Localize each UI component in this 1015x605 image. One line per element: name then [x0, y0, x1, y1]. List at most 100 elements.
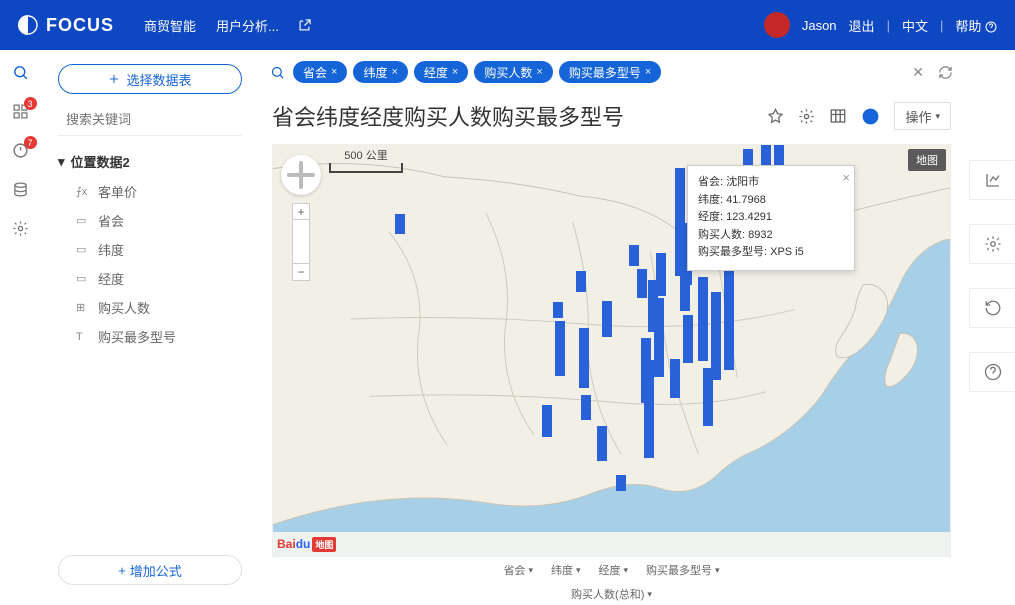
sidebar-search[interactable] — [58, 108, 242, 136]
field-type-icon: ⊞ — [76, 301, 90, 314]
main-area: 省会× 纬度× 经度 × 购买人数 × 购买最多型号 × ✕ 省会纬度经度购买人数购买最多型号… — [260, 50, 963, 605]
field-item[interactable]: ⨍x客单价 — [40, 177, 260, 206]
chart-view-icon[interactable] — [861, 107, 880, 126]
query-chip[interactable]: 省会× — [293, 61, 347, 83]
map-bar[interactable] — [542, 405, 552, 437]
refresh-icon[interactable] — [938, 65, 953, 80]
dimension-pill[interactable]: 纬度 ▾ — [551, 562, 581, 578]
username[interactable]: Jason — [802, 18, 837, 33]
map-bar[interactable] — [703, 368, 713, 425]
map-zoom-controls: + − — [281, 155, 321, 281]
chip-label: 购买最多型号 — [569, 64, 641, 81]
nav-item-user-analysis[interactable]: 用户分析... — [216, 16, 279, 35]
map-bar[interactable] — [629, 245, 639, 267]
rail-pinboards-icon[interactable]: 3 — [12, 103, 29, 120]
map-bar[interactable] — [698, 277, 708, 361]
zoom-in-button[interactable]: + — [293, 204, 309, 220]
field-item[interactable]: T购买最多型号 — [40, 322, 260, 351]
map-bar[interactable] — [395, 214, 405, 233]
logout-link[interactable]: 退出 — [849, 16, 875, 35]
axis-config-icon[interactable] — [969, 160, 1015, 200]
field-type-icon: ▭ — [76, 214, 90, 227]
dimension-pill[interactable]: 经度 ▾ — [599, 562, 629, 578]
tooltip-close-icon[interactable]: × — [842, 168, 850, 189]
zoom-track[interactable] — [293, 220, 309, 264]
chip-remove-icon[interactable]: × — [331, 66, 337, 78]
tooltip-row: 购买人数: 8932 — [698, 227, 844, 245]
zoom-slider[interactable]: + − — [292, 203, 310, 281]
logo-icon — [18, 15, 38, 35]
map-bar[interactable] — [553, 302, 563, 318]
measure-row: 购买人数(总和) ▾ — [260, 583, 963, 605]
pinboards-badge: 3 — [24, 97, 37, 110]
chip-remove-icon[interactable]: × — [536, 66, 542, 78]
rail-data-icon[interactable] — [12, 181, 29, 198]
external-link-icon[interactable] — [297, 18, 312, 33]
map-bar[interactable] — [576, 271, 586, 291]
field-type-icon: ⨍x — [76, 185, 90, 198]
sidebar-search-input[interactable] — [66, 112, 242, 127]
add-formula-button[interactable]: + 增加公式 — [58, 555, 242, 585]
pin-icon[interactable] — [767, 108, 784, 125]
map-bar[interactable] — [597, 426, 607, 461]
chart-settings-gear-icon[interactable] — [969, 224, 1015, 264]
help-link[interactable]: 帮助 — [955, 16, 997, 35]
clear-query-icon[interactable]: ✕ — [912, 64, 924, 81]
dimension-pill[interactable]: 购买最多型号 ▾ — [646, 562, 720, 578]
map-bar[interactable] — [579, 328, 589, 388]
chip-label: 购买人数 — [484, 64, 532, 81]
map-bar[interactable] — [724, 260, 734, 370]
rail-search-icon[interactable] — [12, 64, 29, 81]
choose-table-button[interactable]: 选择数据表 — [58, 64, 242, 94]
chip-label: 经度 — [424, 64, 448, 81]
field-item[interactable]: ▭省会 — [40, 206, 260, 235]
map-bar[interactable] — [555, 321, 565, 376]
help-icon[interactable] — [969, 352, 1015, 392]
chip-remove-icon[interactable]: × — [391, 66, 397, 78]
lang-switch[interactable]: 中文 — [902, 16, 928, 35]
compass-icon[interactable] — [281, 155, 321, 195]
map-bar[interactable] — [637, 269, 647, 298]
right-tool-rail — [969, 160, 1015, 392]
map-bar[interactable] — [683, 315, 693, 363]
zoom-out-button[interactable]: − — [293, 264, 309, 280]
chevron-down-icon[interactable]: ▾ — [647, 589, 652, 600]
query-chip[interactable]: 购买最多型号 × — [559, 61, 661, 83]
map-tooltip: × 省会: 沈阳市纬度: 41.7968经度: 123.4291购买人数: 89… — [687, 165, 855, 271]
map-bar[interactable] — [711, 292, 721, 380]
chevron-down-icon: ▾ — [624, 565, 629, 576]
query-chip[interactable]: 纬度× — [353, 61, 407, 83]
map-bar[interactable] — [670, 359, 680, 397]
query-bar: 省会× 纬度× 经度 × 购买人数 × 购买最多型号 × ✕ — [260, 50, 963, 94]
map-bar[interactable] — [644, 360, 654, 458]
field-label: 经度 — [98, 269, 124, 288]
page-title: 省会纬度经度购买人数购买最多型号 — [272, 100, 624, 132]
map-bar[interactable] — [616, 475, 626, 492]
nav-item-bi[interactable]: 商贸智能 — [144, 16, 196, 35]
map-container[interactable]: + − 500 公里 地图 × 省会: 沈阳市纬度: 41.7968经度: 12… — [272, 144, 951, 557]
left-rail: 3 7 — [0, 50, 40, 605]
table-view-icon[interactable] — [829, 107, 847, 125]
map-bar[interactable] — [654, 298, 664, 377]
table-group-header[interactable]: ▾ 位置数据2 — [40, 146, 260, 177]
field-item[interactable]: ▭经度 — [40, 264, 260, 293]
map-type-button[interactable]: 地图 — [908, 149, 946, 171]
reset-icon[interactable] — [969, 288, 1015, 328]
query-chip[interactable]: 购买人数 × — [474, 61, 552, 83]
rail-alerts-icon[interactable]: 7 — [12, 142, 29, 159]
dimension-pill[interactable]: 省会 ▾ — [503, 562, 533, 578]
rail-settings-icon[interactable] — [12, 220, 29, 237]
brand-text: FOCUS — [46, 15, 114, 36]
config-gear-icon[interactable] — [798, 108, 815, 125]
chip-remove-icon[interactable]: × — [645, 66, 651, 78]
operate-button[interactable]: 操作 ▾ — [894, 102, 951, 130]
chevron-down-icon: ▾ — [576, 565, 581, 576]
map-bar[interactable] — [581, 395, 591, 420]
query-search-icon[interactable] — [270, 65, 285, 80]
field-item[interactable]: ⊞购买人数 — [40, 293, 260, 322]
query-chip[interactable]: 经度 × — [414, 61, 468, 83]
map-bar[interactable] — [602, 301, 612, 337]
chip-remove-icon[interactable]: × — [452, 66, 458, 78]
field-item[interactable]: ▭纬度 — [40, 235, 260, 264]
avatar[interactable] — [764, 12, 790, 38]
